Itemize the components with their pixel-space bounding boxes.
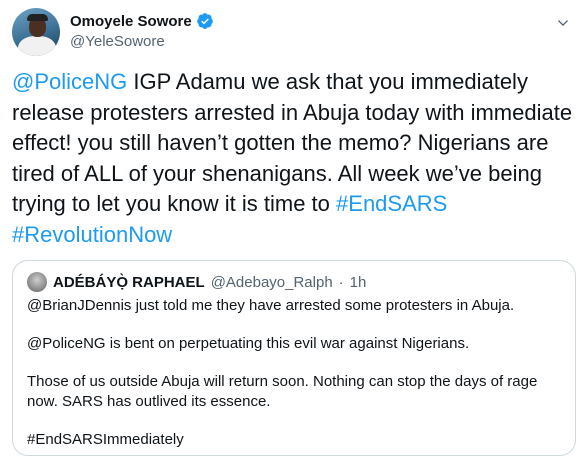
verified-badge-icon <box>196 13 213 29</box>
avatar-cap-shape <box>27 14 48 21</box>
author-display-name[interactable]: Omoyele Sowore <box>70 12 214 30</box>
quoted-tweet-header: ADÉBÁYỌ̀ RAPHAEL @Adebayo_Ralph · 1h <box>27 272 366 292</box>
chevron-down-icon <box>558 20 568 26</box>
header-separator: · <box>338 273 344 291</box>
quoted-paragraph: @PoliceNG is bent on perpetuating this e… <box>27 335 470 352</box>
author-avatar[interactable] <box>12 8 60 56</box>
tweet: Omoyele Sowore @YeleSowore @PoliceNG IGP… <box>0 0 588 466</box>
quoted-paragraph: Those of us outside Abuja will return so… <box>27 373 538 410</box>
quoted-author-name: ADÉBÁYỌ̀ RAPHAEL <box>53 273 205 291</box>
avatar-body-shape <box>18 36 56 56</box>
more-options-button[interactable] <box>552 12 574 34</box>
hashtag-link[interactable]: #EndSARS <box>336 191 447 216</box>
hashtag-link[interactable]: #RevolutionNow <box>12 222 172 247</box>
mention-link[interactable]: @PoliceNG <box>12 69 127 94</box>
author-name-text: Omoyele Sowore <box>70 12 192 30</box>
quoted-author-handle: @Adebayo_Ralph <box>210 273 333 291</box>
quoted-tweet-body: @BrianJDennis just told me they have arr… <box>27 296 563 450</box>
quoted-tweet-time: 1h <box>349 273 367 291</box>
tweet-text: @PoliceNG IGP Adamu we ask that you imme… <box>12 67 582 250</box>
quoted-author-avatar <box>27 272 47 292</box>
author-handle[interactable]: @YeleSowore <box>70 33 165 50</box>
quoted-paragraph: @BrianJDennis just told me they have arr… <box>27 297 515 314</box>
quoted-tweet-card[interactable]: ADÉBÁYỌ̀ RAPHAEL @Adebayo_Ralph · 1h @Br… <box>12 260 576 456</box>
quoted-paragraph: #EndSARSImmediately <box>27 431 184 448</box>
